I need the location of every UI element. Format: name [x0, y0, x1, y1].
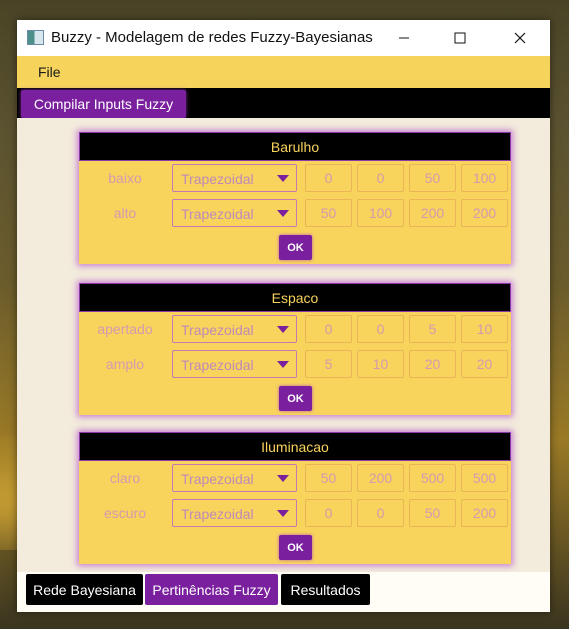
maximize-button[interactable]	[437, 20, 483, 56]
tab-resultados[interactable]: Resultados	[281, 574, 370, 605]
select-value: Trapezoidal	[181, 506, 254, 522]
param-field-a[interactable]: 5	[305, 350, 352, 378]
function-type-select[interactable]: Trapezoidal	[172, 199, 297, 227]
variable-panel-barulho: Barulho baixo Trapezoidal 0 0 50 100 alt…	[79, 132, 511, 264]
tab-bar: Rede Bayesiana Pertinências Fuzzy Result…	[17, 572, 550, 612]
select-value: Trapezoidal	[181, 171, 254, 187]
panel-title: Iluminacao	[79, 432, 511, 461]
chevron-down-icon	[277, 210, 289, 217]
function-type-select[interactable]: Trapezoidal	[172, 350, 297, 378]
param-field-b[interactable]: 200	[357, 464, 404, 492]
term-label: claro	[109, 470, 141, 486]
param-field-b[interactable]: 0	[357, 499, 404, 527]
select-value: Trapezoidal	[181, 206, 254, 222]
ok-button[interactable]: OK	[279, 386, 312, 411]
param-field-d[interactable]: 200	[461, 499, 508, 527]
param-field-c[interactable]: 5	[409, 315, 456, 343]
param-field-d[interactable]: 200	[461, 199, 508, 227]
chevron-down-icon	[277, 475, 289, 482]
tab-pertinencias-fuzzy[interactable]: Pertinências Fuzzy	[145, 574, 278, 605]
panel-title: Barulho	[79, 132, 511, 161]
minimize-button[interactable]	[381, 20, 427, 56]
param-field-b[interactable]: 10	[357, 350, 404, 378]
function-type-select[interactable]: Trapezoidal	[172, 499, 297, 527]
param-field-b[interactable]: 0	[357, 315, 404, 343]
param-field-a[interactable]: 0	[305, 315, 352, 343]
select-value: Trapezoidal	[181, 471, 254, 487]
param-field-c[interactable]: 500	[409, 464, 456, 492]
select-value: Trapezoidal	[181, 322, 254, 338]
function-type-select[interactable]: Trapezoidal	[172, 464, 297, 492]
close-icon	[514, 32, 526, 44]
function-type-select[interactable]: Trapezoidal	[172, 315, 297, 343]
membership-row: alto Trapezoidal 50 100 200 200	[79, 199, 511, 229]
param-field-d[interactable]: 20	[461, 350, 508, 378]
chevron-down-icon	[277, 510, 289, 517]
toolbar: Compilar Inputs Fuzzy	[17, 88, 550, 118]
term-label: escuro	[103, 505, 147, 521]
param-field-c[interactable]: 200	[409, 199, 456, 227]
term-label: baixo	[108, 170, 142, 186]
app-window: Buzzy - Modelagem de redes Fuzzy-Bayesia…	[17, 20, 550, 612]
compile-inputs-button[interactable]: Compilar Inputs Fuzzy	[21, 90, 186, 118]
param-field-b[interactable]: 0	[357, 164, 404, 192]
title-bar[interactable]: Buzzy - Modelagem de redes Fuzzy-Bayesia…	[17, 20, 550, 56]
app-icon	[27, 30, 44, 45]
param-field-d[interactable]: 10	[461, 315, 508, 343]
term-label: alto	[113, 205, 137, 221]
param-field-a[interactable]: 50	[305, 199, 352, 227]
fuzzy-content-area: Barulho baixo Trapezoidal 0 0 50 100 alt…	[17, 118, 550, 572]
membership-row: claro Trapezoidal 50 200 500 500	[79, 464, 511, 494]
menu-bar: File	[17, 56, 550, 88]
select-value: Trapezoidal	[181, 357, 254, 373]
param-field-d[interactable]: 500	[461, 464, 508, 492]
close-button[interactable]	[497, 20, 543, 56]
variable-panel-espaco: Espaco apertado Trapezoidal 0 0 5 10 amp…	[79, 283, 511, 415]
param-field-c[interactable]: 50	[409, 164, 456, 192]
window-title: Buzzy - Modelagem de redes Fuzzy-Bayesia…	[51, 29, 373, 46]
chevron-down-icon	[277, 326, 289, 333]
param-field-d[interactable]: 100	[461, 164, 508, 192]
function-type-select[interactable]: Trapezoidal	[172, 164, 297, 192]
maximize-icon	[454, 32, 466, 44]
term-label: amplo	[105, 356, 145, 372]
membership-row: escuro Trapezoidal 0 0 50 200	[79, 499, 511, 529]
chevron-down-icon	[277, 175, 289, 182]
ok-button[interactable]: OK	[279, 535, 312, 560]
param-field-a[interactable]: 0	[305, 164, 352, 192]
tab-rede-bayesiana[interactable]: Rede Bayesiana	[26, 574, 143, 605]
ok-button[interactable]: OK	[279, 235, 312, 260]
menu-file[interactable]: File	[38, 64, 61, 80]
panel-title: Espaco	[79, 283, 511, 312]
minimize-icon	[399, 37, 409, 39]
membership-row: apertado Trapezoidal 0 0 5 10	[79, 315, 511, 345]
term-label: apertado	[97, 321, 153, 337]
membership-row: amplo Trapezoidal 5 10 20 20	[79, 350, 511, 380]
param-field-b[interactable]: 100	[357, 199, 404, 227]
chevron-down-icon	[277, 361, 289, 368]
membership-row: baixo Trapezoidal 0 0 50 100	[79, 164, 511, 194]
param-field-c[interactable]: 20	[409, 350, 456, 378]
param-field-a[interactable]: 50	[305, 464, 352, 492]
param-field-c[interactable]: 50	[409, 499, 456, 527]
variable-panel-iluminacao: Iluminacao claro Trapezoidal 50 200 500 …	[79, 432, 511, 564]
param-field-a[interactable]: 0	[305, 499, 352, 527]
